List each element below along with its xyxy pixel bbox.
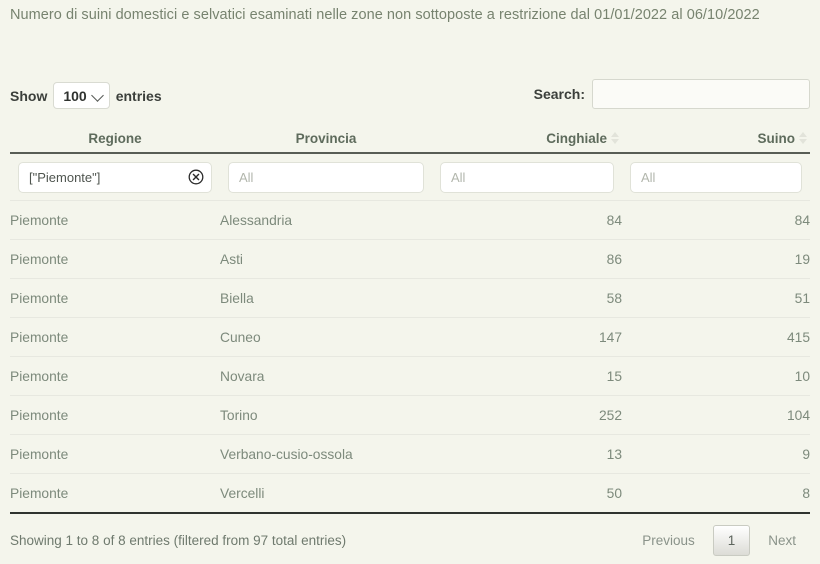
cell-regione: Piemonte bbox=[10, 317, 220, 357]
cell-cinghiale: 147 bbox=[432, 317, 622, 357]
filter-cell-suino bbox=[622, 153, 810, 201]
cell-suino: 8 bbox=[622, 473, 810, 514]
cell-regione: Piemonte bbox=[10, 278, 220, 318]
page-length-select[interactable]: 100 bbox=[53, 82, 110, 109]
cell-provincia: Verbano-cusio-ossola bbox=[220, 434, 432, 474]
table-controls: Show 100 entries Search: bbox=[0, 79, 820, 115]
filter-cell-cinghiale bbox=[432, 153, 622, 201]
table-row[interactable]: Piemonte Torino 252 104 bbox=[10, 395, 810, 435]
column-header-provincia[interactable]: Provincia bbox=[220, 124, 432, 154]
cell-suino: 415 bbox=[622, 317, 810, 357]
table-header-row: Regione Provincia Cinghiale Suino bbox=[10, 124, 810, 154]
table-row[interactable]: Piemonte Verbano-cusio-ossola 13 9 bbox=[10, 434, 810, 474]
datatable-page: Numero di suini domestici e selvatici es… bbox=[0, 0, 820, 564]
cell-cinghiale: 58 bbox=[432, 278, 622, 318]
sort-arrows-icon bbox=[799, 131, 808, 145]
column-filter-row bbox=[10, 153, 810, 201]
cell-cinghiale: 15 bbox=[432, 356, 622, 396]
cell-provincia: Alessandria bbox=[220, 200, 432, 240]
cell-regione: Piemonte bbox=[10, 239, 220, 279]
cell-cinghiale: 252 bbox=[432, 395, 622, 435]
cell-suino: 19 bbox=[622, 239, 810, 279]
table-footer: Showing 1 to 8 of 8 entries (filtered fr… bbox=[0, 525, 820, 564]
pagination-previous[interactable]: Previous bbox=[628, 525, 709, 556]
filter-cell-regione bbox=[10, 153, 220, 201]
column-header-label: Cinghiale bbox=[546, 130, 607, 146]
cell-provincia: Cuneo bbox=[220, 317, 432, 357]
pagination-page-1[interactable]: 1 bbox=[712, 525, 751, 556]
filter-input-provincia[interactable] bbox=[228, 161, 424, 193]
cell-provincia: Asti bbox=[220, 239, 432, 279]
clear-circle-x-icon[interactable] bbox=[188, 169, 204, 185]
show-label: Show bbox=[10, 87, 48, 104]
cell-cinghiale: 86 bbox=[432, 239, 622, 279]
table-info: Showing 1 to 8 of 8 entries (filtered fr… bbox=[10, 533, 347, 548]
entries-label: entries bbox=[115, 87, 162, 104]
search-control: Search: bbox=[534, 79, 810, 109]
cell-suino: 9 bbox=[622, 434, 810, 474]
column-header-suino[interactable]: Suino bbox=[622, 124, 810, 154]
chevron-down-icon bbox=[90, 88, 104, 102]
data-table: Regione Provincia Cinghiale Suino ["Piem… bbox=[10, 124, 810, 514]
cell-regione: Piemonte bbox=[10, 473, 220, 514]
cell-suino: 104 bbox=[622, 395, 810, 435]
table-header: Regione Provincia Cinghiale Suino bbox=[10, 124, 810, 154]
cell-cinghiale: 13 bbox=[432, 434, 622, 474]
cell-cinghiale: 84 bbox=[432, 200, 622, 240]
sort-arrows-icon bbox=[611, 131, 620, 145]
table-row[interactable]: Piemonte Biella 58 51 bbox=[10, 278, 810, 318]
cell-provincia: Novara bbox=[220, 356, 432, 396]
table-row[interactable]: Piemonte Cuneo 147 415 bbox=[10, 317, 810, 357]
table-row[interactable]: Piemonte Vercelli 50 8 bbox=[10, 473, 810, 514]
cell-regione: Piemonte bbox=[10, 200, 220, 240]
cell-suino: 10 bbox=[622, 356, 810, 396]
filter-input-cinghiale[interactable] bbox=[440, 161, 614, 193]
page-length-value: 100 bbox=[63, 87, 87, 104]
table-row[interactable]: Piemonte Novara 15 10 bbox=[10, 356, 810, 396]
cell-provincia: Biella bbox=[220, 278, 432, 318]
pagination: Previous 1 Next bbox=[628, 525, 810, 556]
cell-suino: 51 bbox=[622, 278, 810, 318]
pagination-next[interactable]: Next bbox=[754, 525, 810, 556]
cell-cinghiale: 50 bbox=[432, 473, 622, 514]
page-length-control: Show 100 entries bbox=[10, 82, 162, 109]
column-header-label: Suino bbox=[757, 130, 796, 146]
cell-regione: Piemonte bbox=[10, 395, 220, 435]
cell-provincia: Vercelli bbox=[220, 473, 432, 514]
cell-provincia: Torino bbox=[220, 395, 432, 435]
search-input[interactable] bbox=[592, 79, 810, 109]
filter-input-suino[interactable] bbox=[630, 161, 802, 193]
filter-input-regione[interactable] bbox=[18, 161, 212, 193]
filter-cell-provincia bbox=[220, 153, 432, 201]
search-label: Search: bbox=[533, 86, 585, 102]
page-title: Numero di suini domestici e selvatici es… bbox=[10, 7, 760, 23]
cell-regione: Piemonte bbox=[10, 434, 220, 474]
table-body: Piemonte Alessandria 84 84 Piemonte Asti… bbox=[10, 153, 810, 514]
table-row[interactable]: Piemonte Asti 86 19 bbox=[10, 239, 810, 279]
column-header-cinghiale[interactable]: Cinghiale bbox=[432, 124, 622, 154]
table-row[interactable]: Piemonte Alessandria 84 84 bbox=[10, 200, 810, 240]
column-header-label: Provincia bbox=[295, 130, 357, 146]
cell-regione: Piemonte bbox=[10, 356, 220, 396]
column-header-label: Regione bbox=[88, 130, 142, 146]
column-header-regione[interactable]: Regione bbox=[10, 124, 220, 154]
cell-suino: 84 bbox=[622, 200, 810, 240]
